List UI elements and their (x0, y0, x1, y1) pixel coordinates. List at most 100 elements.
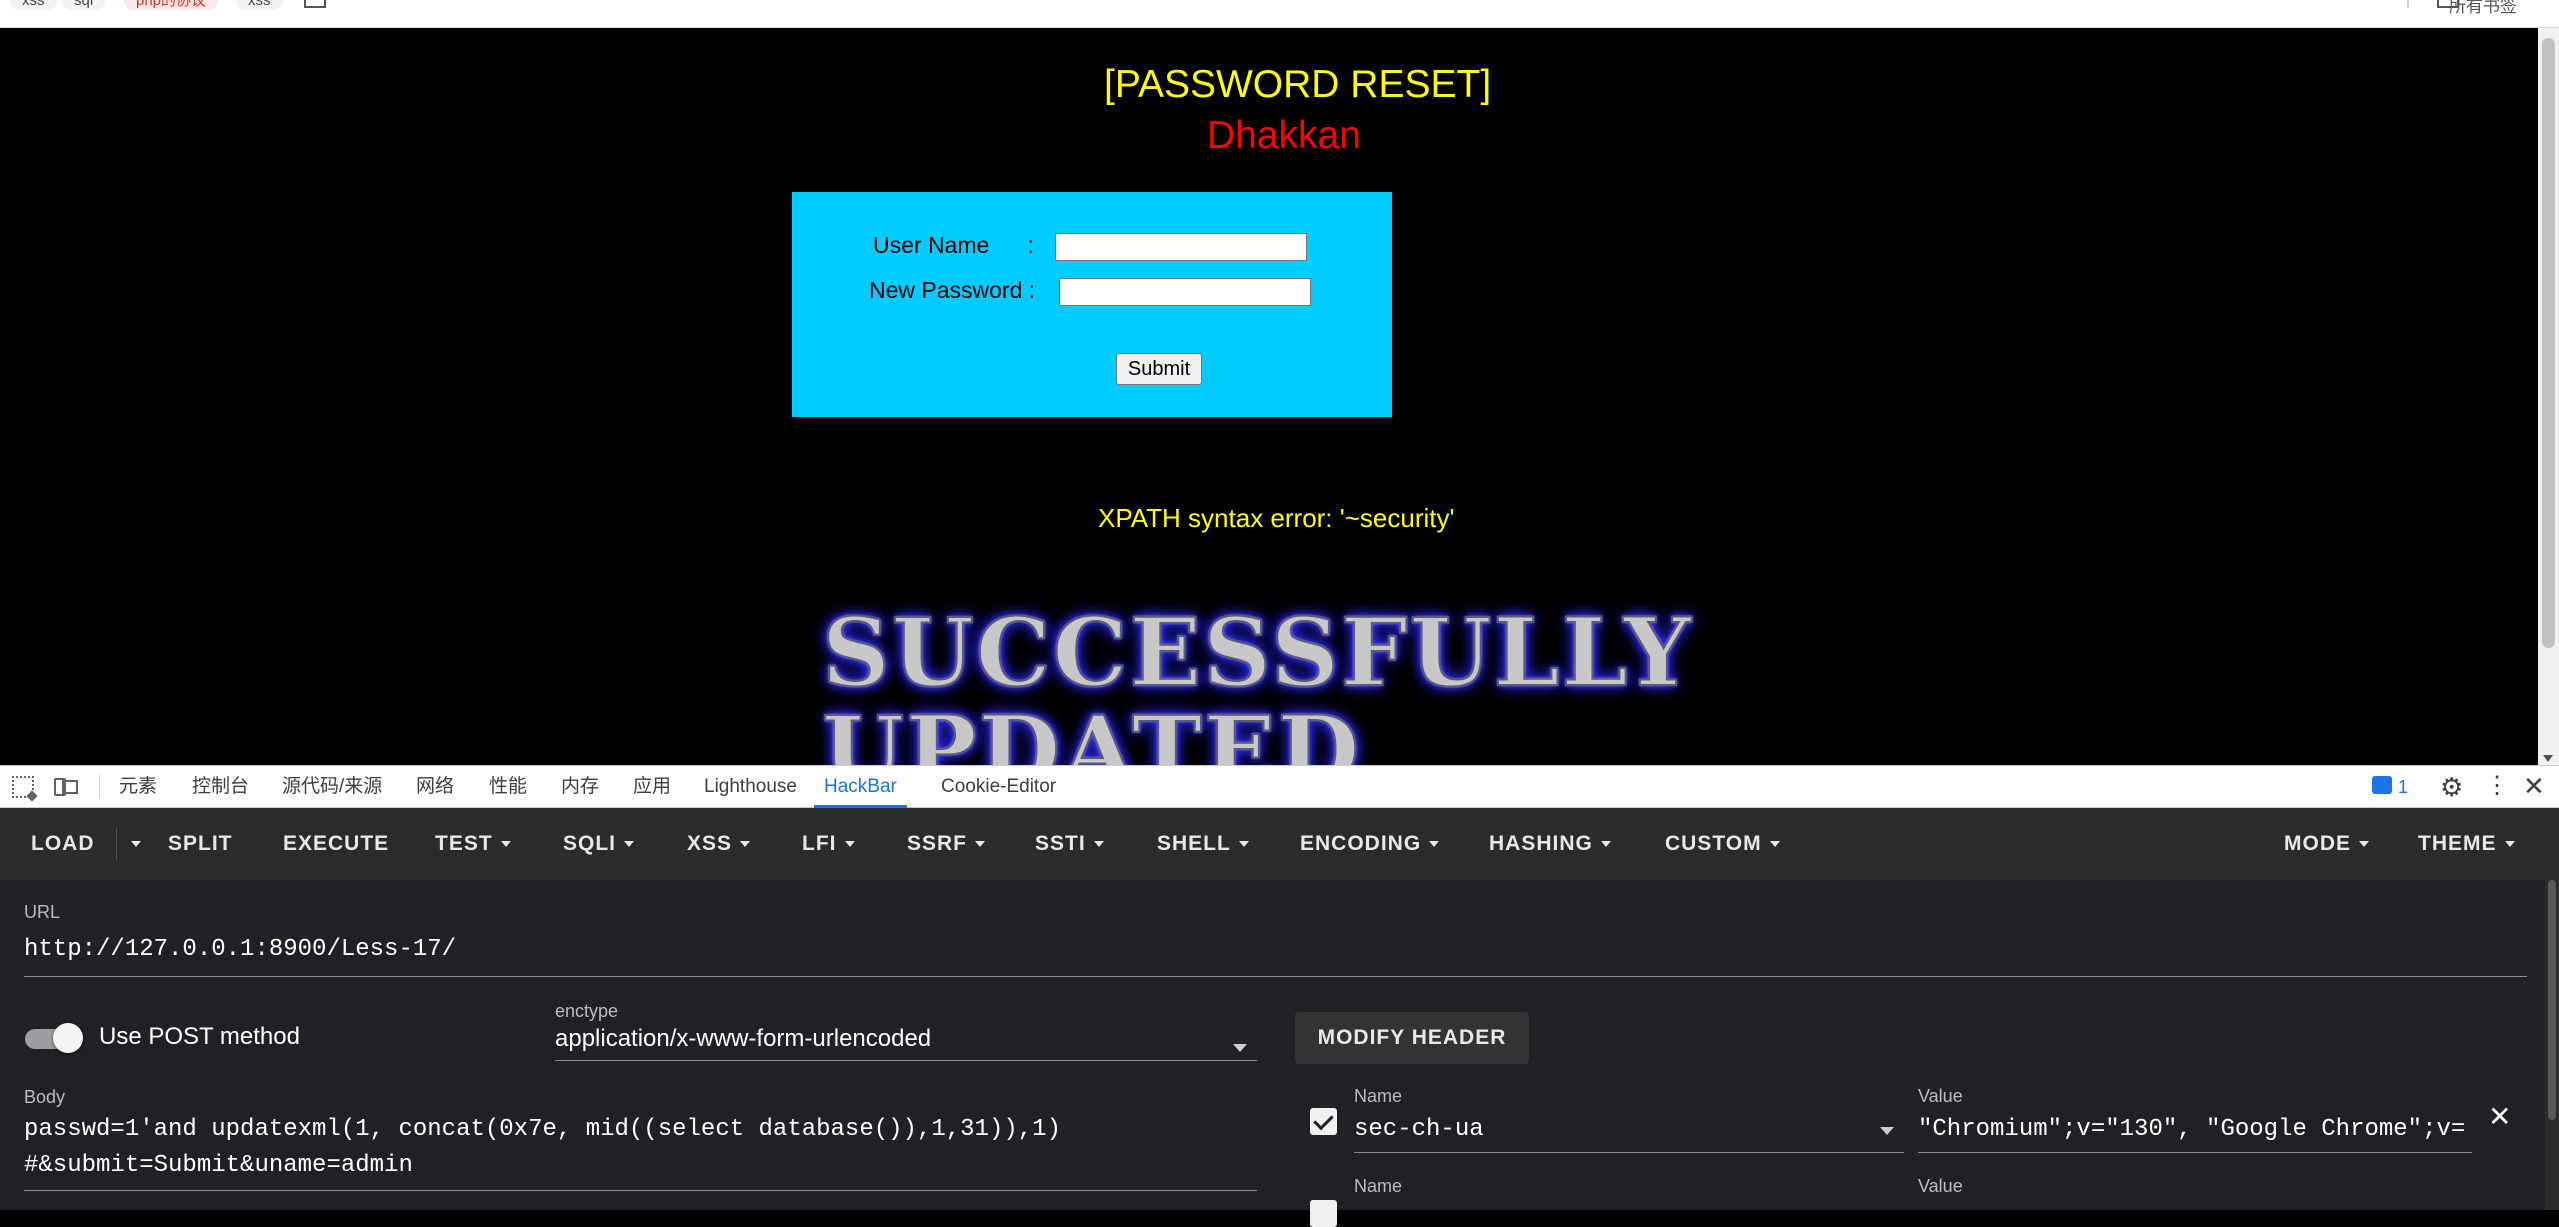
page-title: [PASSWORD RESET] (1104, 63, 1492, 106)
test-menu[interactable]: TEST (435, 808, 511, 880)
header-value-input[interactable]: "Chromium";v="130", "Google Chrome";v= (1918, 1116, 2470, 1143)
sqli-menu-label: SQLI (563, 832, 617, 855)
chevron-down-icon (1238, 841, 1249, 848)
execute-button[interactable]: EXECUTE (283, 808, 389, 880)
ssrf-menu[interactable]: SSRF (907, 808, 986, 880)
body-underline (24, 1190, 1257, 1191)
chevron-down-icon (975, 841, 986, 848)
lfi-menu-label: LFI (802, 832, 837, 855)
theme-menu[interactable]: THEME (2418, 808, 2515, 880)
header-value-label: Value (1918, 1086, 1963, 1106)
ssti-menu-label: SSTI (1035, 832, 1086, 855)
tab-lighthouse[interactable]: Lighthouse (704, 766, 797, 808)
header-enable-checkbox[interactable] (1310, 1108, 1337, 1135)
chevron-down-icon (1769, 841, 1780, 848)
body-label: Body (24, 1087, 66, 1107)
chevron-down-icon (131, 841, 141, 848)
header-enable-checkbox[interactable] (1310, 1200, 1337, 1227)
xss-menu[interactable]: XSS (687, 808, 751, 880)
modify-header-button[interactable]: MODIFY HEADER (1295, 1012, 1529, 1064)
encoding-menu-label: ENCODING (1300, 832, 1422, 855)
split-button[interactable]: SPLIT (168, 808, 233, 880)
chevron-down-icon (740, 841, 751, 848)
hackbar-scrollbar[interactable] (2545, 880, 2559, 1210)
chevron-down-icon (1093, 841, 1104, 848)
url-label: URL (24, 902, 61, 922)
post-method-toggle[interactable] (25, 1023, 83, 1053)
body-input-line-2[interactable]: #&submit=Submit&uname=admin (24, 1152, 413, 1179)
close-icon[interactable]: ✕ (2523, 770, 2545, 802)
chevron-down-icon[interactable] (1233, 1044, 1247, 1052)
tab-network[interactable]: 网络 (416, 766, 454, 808)
scroll-down-icon[interactable] (2543, 755, 2553, 762)
password-reset-form: User Name : New Password : Submit (792, 192, 1392, 417)
message-icon[interactable] (2372, 776, 2392, 794)
chevron-down-icon (1429, 841, 1440, 848)
enctype-label: enctype (555, 1001, 619, 1021)
bookmark-xss[interactable]: xss (10, 0, 57, 10)
new-password-input[interactable] (1059, 278, 1311, 306)
header-name-input[interactable]: sec-ch-ua (1354, 1116, 1484, 1143)
more-icon[interactable]: ⋮ (2485, 771, 2509, 801)
hashing-menu[interactable]: HASHING (1489, 808, 1611, 880)
hackbar-body: URL http://127.0.0.1:8900/Less-17/ Use P… (0, 880, 2559, 1227)
scrollbar-thumb[interactable] (2542, 38, 2555, 648)
shell-menu-label: SHELL (1157, 832, 1231, 855)
bookmark-xss-2[interactable]: xss (236, 0, 283, 10)
page-subtitle: Dhakkan (1207, 114, 1361, 157)
url-input[interactable]: http://127.0.0.1:8900/Less-17/ (24, 936, 456, 963)
tab-elements[interactable]: 元素 (119, 766, 157, 808)
submit-button[interactable]: Submit (1116, 353, 1202, 385)
page-scrollbar[interactable] (2538, 28, 2559, 765)
close-icon[interactable]: ✕ (2488, 1100, 2511, 1133)
tab-sources[interactable]: 源代码/来源 (282, 766, 382, 808)
inspect-icon[interactable] (12, 776, 34, 798)
mode-menu[interactable]: MODE (2284, 808, 2369, 880)
theme-menu-label: THEME (2418, 832, 2497, 855)
username-input[interactable] (1055, 233, 1307, 261)
lfi-menu[interactable]: LFI (802, 808, 855, 880)
chevron-down-icon (500, 841, 511, 848)
shell-menu[interactable]: SHELL (1157, 808, 1249, 880)
ssrf-menu-label: SSRF (907, 832, 968, 855)
tab-hackbar[interactable]: HackBar (814, 766, 907, 808)
devtools-panel: 元素 控制台 源代码/来源 网络 性能 内存 应用 Lighthouse Hac… (0, 765, 2559, 1227)
tab-console[interactable]: 控制台 (192, 766, 249, 808)
test-menu-label: TEST (435, 832, 493, 855)
tab-performance[interactable]: 性能 (489, 766, 527, 808)
tab-memory[interactable]: 内存 (561, 766, 599, 808)
chevron-down-icon[interactable] (1880, 1127, 1894, 1135)
enctype-select[interactable]: application/x-www-form-urlencoded (555, 1025, 931, 1053)
header-name-label: Name (1354, 1086, 1403, 1106)
ssti-menu[interactable]: SSTI (1035, 808, 1104, 880)
sqli-menu[interactable]: SQLI (563, 808, 635, 880)
header-value-underline (1918, 1152, 2472, 1153)
page-viewport: [PASSWORD RESET] Dhakkan User Name : New… (0, 28, 2538, 765)
mode-menu-label: MODE (2284, 832, 2351, 855)
bookmark-sql[interactable]: sql (62, 0, 106, 10)
bookmark-php[interactable]: php的协议 (124, 0, 219, 10)
gear-icon[interactable]: ⚙ (2440, 774, 2463, 800)
body-input-line-1[interactable]: passwd=1'and updatexml(1, concat(0x7e, m… (24, 1116, 1061, 1143)
chevron-down-icon (624, 841, 635, 848)
folder-icon[interactable] (304, 0, 326, 8)
device-toggle-icon[interactable] (54, 776, 78, 798)
scrollbar-thumb[interactable] (2548, 880, 2556, 1120)
chevron-down-icon (2504, 841, 2515, 848)
header-value-label: Value (1918, 1176, 1963, 1196)
chevron-down-icon (2359, 841, 2369, 848)
new-password-label: New Password : (869, 277, 1036, 303)
banner-line-2: UPDATED YOUR (821, 695, 1362, 765)
username-label: User Name : (873, 232, 1035, 258)
tab-application[interactable]: 应用 (633, 766, 671, 808)
load-button[interactable]: LOAD (31, 808, 95, 880)
tab-cookie-editor[interactable]: Cookie-Editor (941, 766, 1056, 808)
hashing-menu-label: HASHING (1489, 832, 1593, 855)
message-count[interactable]: 1 (2398, 766, 2408, 808)
chevron-down-icon (1600, 841, 1611, 848)
load-dropdown-button[interactable] (123, 808, 141, 880)
all-bookmarks-link[interactable]: 所有书签 (2449, 0, 2517, 17)
encoding-menu[interactable]: ENCODING (1300, 808, 1440, 880)
url-underline (24, 976, 2527, 977)
custom-menu[interactable]: CUSTOM (1665, 808, 1780, 880)
